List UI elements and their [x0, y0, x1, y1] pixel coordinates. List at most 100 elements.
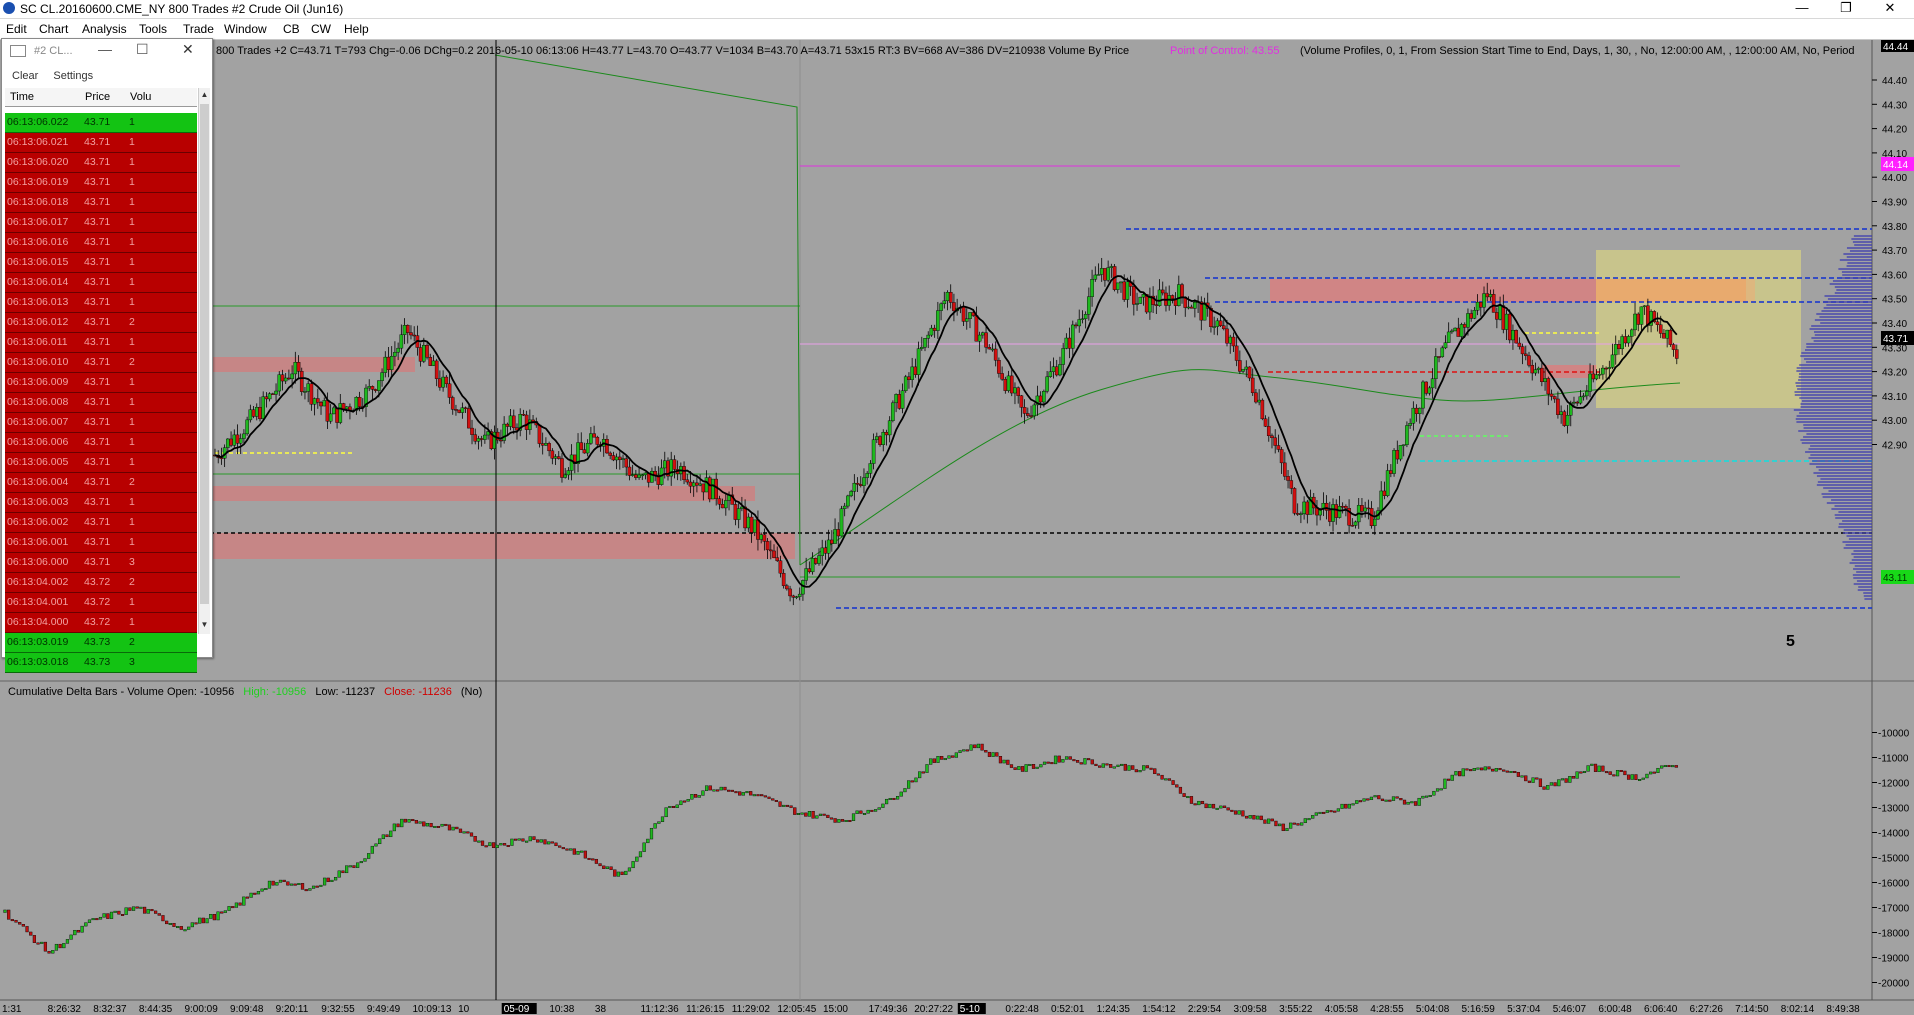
delta-bar: [348, 865, 352, 868]
price-tick-label: 44.20: [1882, 125, 1907, 136]
col-price[interactable]: Price: [85, 91, 110, 103]
trade-row[interactable]: 06:13:06.009 43.71 1: [5, 373, 197, 393]
menu-analysis[interactable]: Analysis: [82, 22, 127, 36]
menu-edit[interactable]: Edit: [6, 22, 27, 36]
delta-pane[interactable]: [0, 682, 1872, 1000]
candle-body: [794, 596, 799, 598]
trade-row[interactable]: 06:13:04.000 43.72 1: [5, 613, 197, 633]
trade-row[interactable]: 06:13:06.018 43.71 1: [5, 193, 197, 213]
delta-bar: [466, 831, 470, 834]
scroll-thumb[interactable]: [200, 104, 209, 604]
menu-cw[interactable]: CW: [311, 22, 331, 36]
trade-row[interactable]: 06:13:06.000 43.71 3: [5, 553, 197, 573]
delta-bar: [1171, 780, 1175, 785]
scroll-down-icon[interactable]: ▼: [200, 620, 209, 632]
trade-row[interactable]: 06:13:06.016 43.71 1: [5, 233, 197, 253]
trade-price: 43.71: [84, 556, 111, 568]
candle-body: [1382, 490, 1387, 496]
tts-window-icon: [10, 45, 26, 57]
delta-bar: [734, 791, 738, 794]
chart-area[interactable]: 800 Trades +2 C=43.71 T=793 Chg=-0.06 DC…: [0, 40, 1914, 1015]
menu-cb[interactable]: CB: [283, 22, 300, 36]
candle-body: [585, 443, 590, 454]
delta-bar: [1064, 756, 1069, 760]
candle-body: [248, 409, 253, 421]
trade-row[interactable]: 06:13:06.003 43.71 1: [5, 493, 197, 513]
delta-bar: [1109, 764, 1113, 768]
delta-bar: [1513, 771, 1517, 773]
trade-row[interactable]: 06:13:03.018 43.73 3: [5, 653, 197, 673]
trade-row[interactable]: 06:13:06.001 43.71 1: [5, 533, 197, 553]
candle-body: [707, 477, 712, 500]
col-volume[interactable]: Volu: [130, 91, 151, 103]
trade-price: 43.73: [84, 636, 111, 648]
trade-row[interactable]: 06:13:03.019 43.73 2: [5, 633, 197, 653]
candle-body: [1154, 304, 1159, 306]
tts-close-button[interactable]: ✕: [182, 41, 194, 58]
trade-time: 06:13:06.007: [7, 416, 69, 428]
trade-row[interactable]: 06:13:06.022 43.71 1: [5, 113, 197, 133]
tts-minimize-button[interactable]: —: [98, 41, 112, 57]
candle-body: [438, 378, 442, 388]
candle-body: [592, 433, 596, 438]
menu-chart[interactable]: Chart: [39, 22, 68, 36]
trade-row[interactable]: 06:13:06.006 43.71 1: [5, 433, 197, 453]
scroll-up-icon[interactable]: ▲: [200, 90, 209, 102]
delta-bar: [403, 818, 407, 823]
candle-body: [312, 398, 317, 405]
candle-body: [1443, 342, 1448, 349]
delta-bar: [1318, 811, 1322, 814]
candle-body: [299, 371, 304, 392]
tts-titlebar[interactable]: #2 CL... — ☐ ✕: [2, 39, 212, 63]
trade-row[interactable]: 06:13:06.020 43.71 1: [5, 153, 197, 173]
tts-maximize-button[interactable]: ☐: [136, 41, 149, 58]
menu-tools[interactable]: Tools: [139, 22, 167, 36]
menu-help[interactable]: Help: [344, 22, 369, 36]
trade-row[interactable]: 06:13:06.005 43.71 1: [5, 453, 197, 473]
tts-menu-clear[interactable]: Clear: [12, 70, 38, 82]
time-label: 20:27:22: [914, 1004, 953, 1015]
trade-row[interactable]: 06:13:06.012 43.71 2: [5, 313, 197, 333]
candle-body: [608, 452, 612, 456]
trade-row[interactable]: 06:13:06.021 43.71 1: [5, 133, 197, 153]
trade-row[interactable]: 06:13:06.015 43.71 1: [5, 253, 197, 273]
delta-bar: [558, 845, 562, 848]
trade-row[interactable]: 06:13:06.007 43.71 1: [5, 413, 197, 433]
tts-menu-settings[interactable]: Settings: [53, 70, 93, 82]
trade-row[interactable]: 06:13:04.001 43.72 1: [5, 593, 197, 613]
trade-row[interactable]: 06:13:04.002 43.72 2: [5, 573, 197, 593]
candle-body: [778, 560, 783, 574]
delta-bar: [1483, 766, 1487, 771]
close-button[interactable]: ✕: [1868, 0, 1912, 18]
candle-body: [1385, 470, 1390, 496]
trade-row[interactable]: 06:13:06.004 43.71 2: [5, 473, 197, 493]
trade-row[interactable]: 06:13:06.008 43.71 1: [5, 393, 197, 413]
price-tick-label: 44.00: [1882, 173, 1907, 184]
trade-row[interactable]: 06:13:06.002 43.71 1: [5, 513, 197, 533]
time-and-sales-window[interactable]: #2 CL... — ☐ ✕ Clear Settings Time Price…: [1, 38, 213, 673]
tts-scrollbar[interactable]: ▲ ▼: [198, 88, 210, 634]
trade-row[interactable]: 06:13:06.010 43.71 2: [5, 353, 197, 373]
menu-window[interactable]: Window: [224, 22, 267, 36]
candle-body: [405, 325, 410, 333]
candle-body: [1453, 327, 1457, 332]
delta-bar: [1329, 810, 1333, 813]
candle-body: [624, 458, 629, 468]
delta-bar: [87, 919, 92, 923]
trade-row[interactable]: 06:13:06.013 43.71 1: [5, 293, 197, 313]
minimize-button[interactable]: —: [1780, 0, 1824, 18]
trade-vol: 2: [129, 576, 135, 588]
delta-bar: [1417, 797, 1421, 806]
candle-body: [1559, 411, 1563, 415]
candle-body: [1430, 378, 1435, 389]
menu-trade[interactable]: Trade: [183, 22, 214, 36]
restore-button[interactable]: ❐: [1824, 0, 1868, 18]
trade-row[interactable]: 06:13:06.011 43.71 1: [5, 333, 197, 353]
trade-row[interactable]: 06:13:06.017 43.71 1: [5, 213, 197, 233]
delta-bar: [43, 941, 48, 952]
trade-row[interactable]: 06:13:06.014 43.71 1: [5, 273, 197, 293]
col-time[interactable]: Time: [10, 91, 34, 103]
trade-row[interactable]: 06:13:06.019 43.71 1: [5, 173, 197, 193]
candle-body: [1655, 321, 1660, 325]
delta-bar: [760, 794, 764, 797]
